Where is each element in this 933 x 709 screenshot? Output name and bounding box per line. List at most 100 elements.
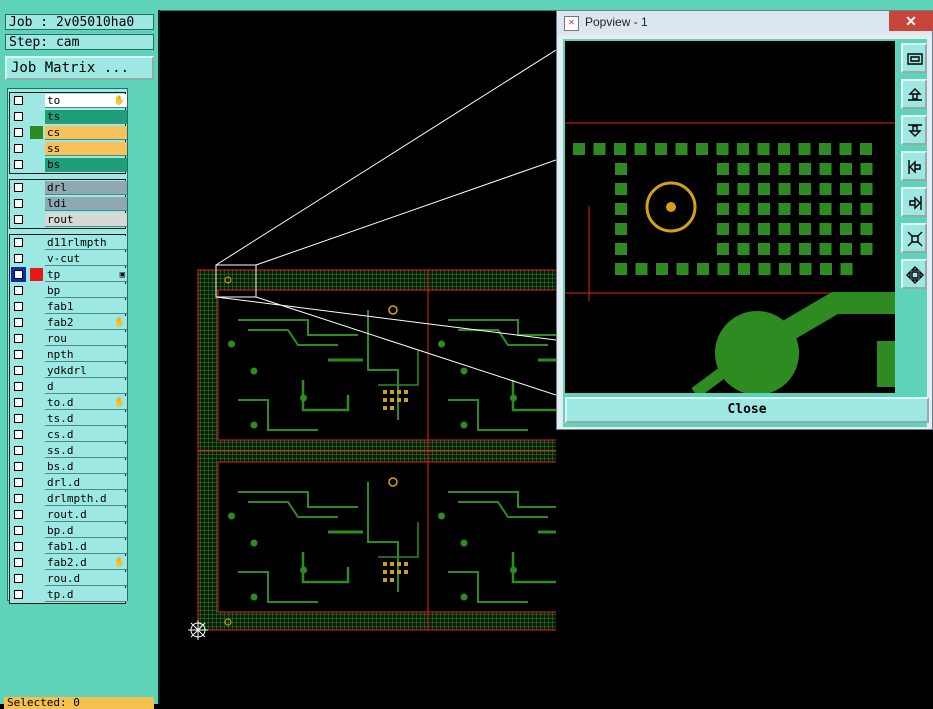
layer-checkbox[interactable]: [14, 334, 23, 343]
layer-row[interactable]: v-cut: [10, 251, 127, 267]
layer-checkbox[interactable]: [14, 446, 23, 455]
layer-row[interactable]: cs.d: [10, 427, 127, 443]
layer-name[interactable]: ydkdrl: [45, 364, 127, 378]
layer-checkbox[interactable]: [14, 462, 23, 471]
layer-checkbox[interactable]: [14, 318, 23, 327]
layer-name[interactable]: to.d ✋: [45, 396, 127, 410]
layer-name[interactable]: cs: [45, 126, 127, 140]
layer-row[interactable]: bp.d: [10, 523, 127, 539]
layer-name[interactable]: v-cut: [45, 252, 127, 266]
layer-name[interactable]: rou: [45, 332, 127, 346]
layer-row[interactable]: to ✋: [10, 93, 127, 109]
close-button[interactable]: Close: [565, 397, 929, 423]
layer-name[interactable]: ss.d: [45, 444, 127, 458]
zoom-in-button[interactable]: [901, 223, 927, 253]
layer-row[interactable]: bs.d: [10, 459, 127, 475]
layer-checkbox[interactable]: [14, 510, 23, 519]
layer-row[interactable]: drlmpth.d: [10, 491, 127, 507]
layer-name[interactable]: tp.d: [45, 588, 127, 602]
layer-name[interactable]: drl: [45, 181, 127, 195]
layer-name[interactable]: bp: [45, 284, 127, 298]
layer-row[interactable]: d11rlmpth: [10, 235, 127, 251]
pan-up-button[interactable]: [901, 79, 927, 109]
layer-row[interactable]: npth: [10, 347, 127, 363]
layer-checkbox[interactable]: [14, 96, 23, 105]
layer-name[interactable]: drlmpth.d: [45, 492, 127, 506]
layer-row[interactable]: fab2.d ✋: [10, 555, 127, 571]
layer-checkbox[interactable]: [14, 254, 23, 263]
layer-row[interactable]: drl.d: [10, 475, 127, 491]
layer-name[interactable]: ts.d: [45, 412, 127, 426]
layer-row[interactable]: ldi: [10, 196, 127, 212]
pan-down-button[interactable]: [901, 115, 927, 145]
layer-name[interactable]: to ✋: [45, 94, 127, 108]
layer-row[interactable]: rou: [10, 331, 127, 347]
layer-checkbox[interactable]: [14, 112, 23, 121]
layer-checkbox[interactable]: [14, 398, 23, 407]
layer-checkbox[interactable]: [14, 238, 23, 247]
layer-checkbox[interactable]: [14, 215, 23, 224]
layer-checkbox[interactable]: [14, 183, 23, 192]
layer-checkbox[interactable]: [11, 267, 26, 282]
layer-row[interactable]: ydkdrl: [10, 363, 127, 379]
layer-row[interactable]: fab1: [10, 299, 127, 315]
layer-name[interactable]: bs.d: [45, 460, 127, 474]
layer-checkbox[interactable]: [14, 526, 23, 535]
layer-row[interactable]: d: [10, 379, 127, 395]
layer-name[interactable]: ss: [45, 142, 127, 156]
layer-row[interactable]: to.d ✋: [10, 395, 127, 411]
layer-name[interactable]: drl.d: [45, 476, 127, 490]
layer-checkbox[interactable]: [14, 414, 23, 423]
layer-row[interactable]: ts.d: [10, 411, 127, 427]
layer-row[interactable]: rout: [10, 212, 127, 228]
layer-row[interactable]: bp: [10, 283, 127, 299]
layer-row[interactable]: drl: [10, 180, 127, 196]
layer-name[interactable]: fab2.d ✋: [45, 556, 127, 570]
layer-checkbox[interactable]: [14, 494, 23, 503]
layer-checkbox[interactable]: [14, 160, 23, 169]
layer-row[interactable]: fab2 ✋: [10, 315, 127, 331]
layer-name[interactable]: cs.d: [45, 428, 127, 442]
layer-name[interactable]: fab1: [45, 300, 127, 314]
layer-checkbox[interactable]: [14, 286, 23, 295]
layer-checkbox[interactable]: [14, 144, 23, 153]
layer-checkbox[interactable]: [14, 430, 23, 439]
zoom-fit-button[interactable]: [901, 43, 927, 73]
layer-name[interactable]: d11rlmpth: [45, 236, 127, 250]
layer-name[interactable]: npth: [45, 348, 127, 362]
pan-left-button[interactable]: [901, 151, 927, 181]
zoom-out-button[interactable]: [901, 259, 927, 289]
pan-right-button[interactable]: [901, 187, 927, 217]
layer-row[interactable]: tp ▣: [10, 267, 127, 283]
layer-name[interactable]: bp.d: [45, 524, 127, 538]
window-close-button[interactable]: ✕: [889, 11, 933, 31]
layer-name[interactable]: fab1.d: [45, 540, 127, 554]
layer-row[interactable]: tp.d: [10, 587, 127, 603]
layer-name[interactable]: bs: [45, 158, 127, 172]
layer-checkbox[interactable]: [14, 366, 23, 375]
layer-name[interactable]: rout: [45, 213, 127, 227]
layer-checkbox[interactable]: [14, 302, 23, 311]
layer-checkbox[interactable]: [14, 350, 23, 359]
layer-row[interactable]: ss.d: [10, 443, 127, 459]
pcb-graphics-canvas[interactable]: [160, 10, 556, 704]
layer-list-scrollbar[interactable]: [128, 88, 154, 601]
layer-checkbox[interactable]: [14, 574, 23, 583]
layer-checkbox[interactable]: [14, 558, 23, 567]
job-matrix-button[interactable]: Job Matrix ...: [5, 56, 154, 80]
layer-name[interactable]: ts: [45, 110, 127, 124]
layer-checkbox[interactable]: [14, 128, 23, 137]
layer-checkbox[interactable]: [14, 590, 23, 599]
layer-checkbox[interactable]: [14, 382, 23, 391]
layer-name[interactable]: rout.d: [45, 508, 127, 522]
layer-name[interactable]: tp ▣: [45, 268, 127, 282]
popview-titlebar[interactable]: ✕ Popview - 1 ✕: [557, 11, 933, 35]
layer-name[interactable]: fab2 ✋: [45, 316, 127, 330]
layer-checkbox[interactable]: [14, 478, 23, 487]
layer-name[interactable]: ldi: [45, 197, 127, 211]
layer-row[interactable]: ts: [10, 109, 127, 125]
layer-row[interactable]: rou.d: [10, 571, 127, 587]
layer-name[interactable]: d: [45, 380, 127, 394]
layer-checkbox[interactable]: [14, 542, 23, 551]
popview-zoom-canvas[interactable]: [565, 41, 895, 393]
